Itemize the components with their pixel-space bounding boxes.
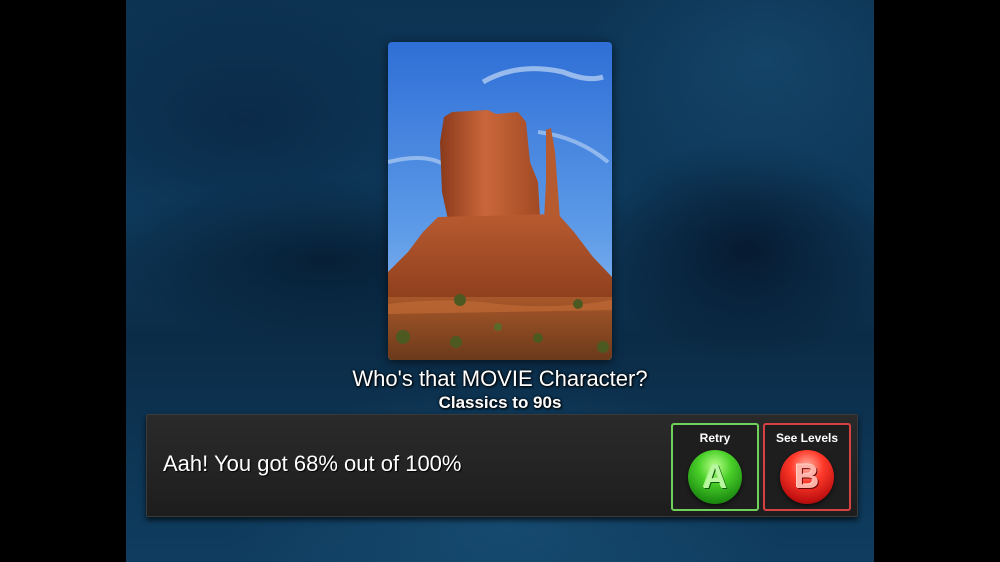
b-button-icon: B <box>780 450 834 504</box>
retry-button[interactable]: Retry A <box>671 423 759 511</box>
see-levels-button[interactable]: See Levels B <box>763 423 851 511</box>
game-screen: Who's that MOVIE Character? Classics to … <box>126 0 874 562</box>
quiz-title: Who's that MOVIE Character? <box>352 366 648 391</box>
result-panel: Aah! You got 68% out of 100% Retry A See… <box>146 414 858 517</box>
score-message: Aah! You got 68% out of 100% <box>163 451 462 476</box>
see-levels-label: See Levels <box>775 431 839 445</box>
poster-image <box>388 42 612 360</box>
a-button-icon: A <box>688 450 742 504</box>
retry-label: Retry <box>699 431 731 445</box>
quiz-subtitle: Classics to 90s <box>438 393 562 412</box>
